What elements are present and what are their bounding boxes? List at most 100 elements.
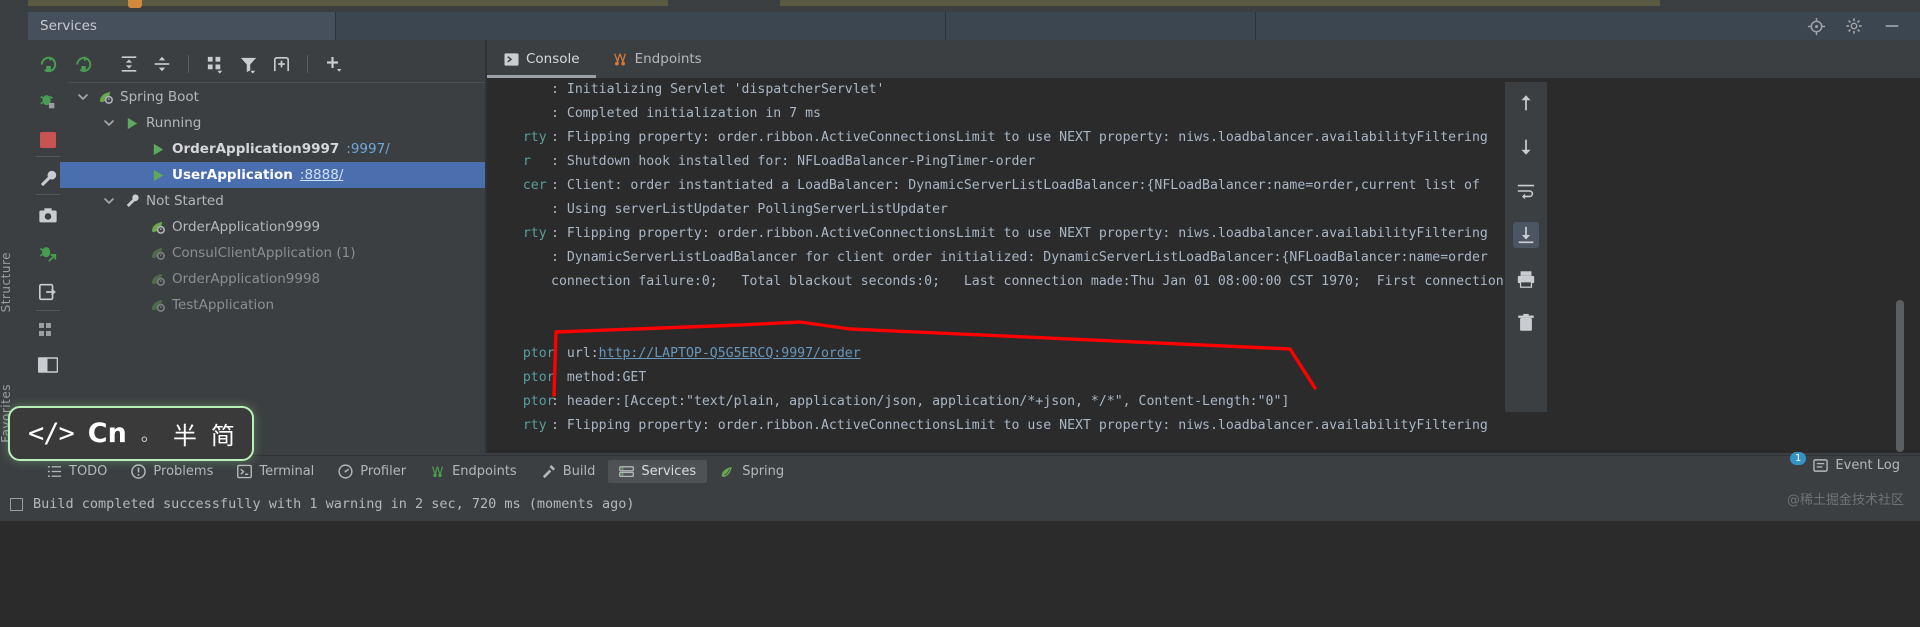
- ime-script-mode[interactable]: 简: [211, 416, 235, 451]
- bottom-bar-item-terminal[interactable]: Terminal: [226, 460, 325, 483]
- bottom-bar-item-build[interactable]: Build: [530, 460, 607, 483]
- gear-icon[interactable]: [1844, 16, 1864, 36]
- tree-row-testapplication[interactable]: TestApplication: [60, 292, 485, 318]
- chevron-down-icon[interactable]: [102, 194, 116, 208]
- tree-row-userapplication[interactable]: UserApplication:8888/: [60, 162, 485, 188]
- top-strip-indicator: [128, 0, 142, 8]
- ime-separator[interactable]: 。: [141, 421, 159, 447]
- console-log-line: connection failure:0; Total blackout sec…: [487, 270, 1905, 294]
- tab-console[interactable]: Console: [487, 40, 596, 78]
- bottom-bar-item-problems[interactable]: Problems: [120, 460, 224, 483]
- console-log-line: rty: Flipping property: order.ribbon.Act…: [487, 126, 1905, 150]
- bottom-bar-item-profiler[interactable]: Profiler: [327, 460, 417, 483]
- tree-row-port-link[interactable]: :9997/: [346, 141, 389, 157]
- debug-attach-icon[interactable]: [36, 242, 60, 266]
- console-log-text: : Using serverListUpdater PollingServerL…: [551, 202, 948, 217]
- tree-row-spring-boot[interactable]: Spring Boot: [60, 84, 485, 110]
- tree-row-port-link[interactable]: :8888/: [300, 167, 343, 183]
- spring-leaf-dim-icon: [150, 245, 167, 262]
- console-log-prefix: rty: [499, 130, 547, 145]
- ime-width-mode[interactable]: 半: [173, 416, 197, 451]
- tree-row-label: Running: [146, 115, 202, 131]
- column-divider-3: [36, 310, 60, 311]
- console-output[interactable]: : Initializing Servlet 'dispatcherServle…: [487, 78, 1905, 453]
- tree-chevron-placeholder: [128, 142, 142, 156]
- build-hammer-icon: [541, 464, 556, 479]
- bottom-bar-item-label: Terminal: [259, 464, 315, 479]
- services-tree: Spring Boot Running OrderApplication9997:9…: [60, 84, 485, 453]
- ime-overlay[interactable]: </> Cn 。 半 简: [8, 406, 254, 461]
- minimize-icon[interactable]: [1882, 16, 1902, 36]
- toolbar-underline: [68, 82, 485, 83]
- titlebar-actions: [1806, 12, 1920, 40]
- tree-row-orderapplication9997[interactable]: OrderApplication9997:9997/: [60, 136, 485, 162]
- chevron-down-icon[interactable]: [102, 116, 116, 130]
- layout-icon[interactable]: [36, 318, 60, 342]
- console-icon: [503, 51, 519, 67]
- bottom-bar-item-label: Problems: [153, 464, 214, 479]
- ime-language-label[interactable]: Cn: [88, 418, 127, 449]
- rerun-icon[interactable]: [36, 52, 60, 76]
- console-log-line: : DynamicServerListLoadBalancer for clie…: [487, 246, 1905, 270]
- print-icon[interactable]: [1513, 266, 1539, 292]
- console-url-link[interactable]: http://LAPTOP-Q5G5ERCQ:9997/order: [599, 346, 861, 361]
- tree-row-running[interactable]: Running: [60, 110, 485, 136]
- event-log-button[interactable]: 1 Event Log: [1790, 452, 1900, 473]
- scroll-up-icon[interactable]: [1513, 90, 1539, 116]
- rerun-icon[interactable]: [68, 51, 98, 77]
- bottom-bar-item-endpoints[interactable]: Endpoints: [419, 460, 528, 483]
- chevron-down-icon[interactable]: [76, 90, 90, 104]
- profiler-icon: [338, 464, 353, 479]
- trash-icon[interactable]: [1513, 310, 1539, 336]
- bottom-bar-item-spring[interactable]: Spring: [709, 460, 795, 483]
- console-log-text: : Completed initialization in 7 ms: [551, 106, 821, 121]
- stop-icon[interactable]: [36, 128, 60, 152]
- expand-all-icon[interactable]: [114, 51, 144, 77]
- console-log-line: ptor: header:[Accept:"text/plain, applic…: [487, 390, 1905, 414]
- tree-row-orderapplication9999[interactable]: OrderApplication9999: [60, 214, 485, 240]
- camera-icon[interactable]: [36, 204, 60, 228]
- soft-wrap-icon[interactable]: [1513, 178, 1539, 204]
- add-icon[interactable]: [319, 51, 349, 77]
- console-vertical-scrollbar[interactable]: [1896, 300, 1904, 452]
- event-log-label: Event Log: [1835, 458, 1900, 473]
- wrench-icon: [124, 193, 141, 210]
- ide-services-window: Structure Favorites Services Spring Boot…: [0, 0, 1920, 627]
- export-icon[interactable]: [36, 280, 60, 304]
- bottom-bar-item-services[interactable]: Services: [608, 460, 708, 483]
- top-strip: [0, 0, 1920, 12]
- rail-structure-label[interactable]: Structure: [0, 252, 13, 312]
- console-log-line: ptor: method:GET: [487, 366, 1905, 390]
- tab-console-label: Console: [526, 51, 580, 67]
- tab-services-label: Services: [40, 18, 97, 34]
- console-log-text: : DynamicServerListLoadBalancer for clie…: [551, 250, 1488, 265]
- console-log-line: r: Shutdown hook installed for: NFLoadBa…: [487, 150, 1905, 174]
- bottom-bar-item-todo[interactable]: TODO: [36, 460, 118, 483]
- tree-toolbar: [60, 46, 485, 82]
- group-by-icon[interactable]: [200, 51, 230, 77]
- run-green-triangle-icon: [150, 167, 167, 184]
- top-strip-segment-left: [28, 0, 668, 6]
- tree-row-orderapplication9998[interactable]: OrderApplication9998: [60, 266, 485, 292]
- tab-services[interactable]: Services: [28, 12, 336, 40]
- console-log-text: : url:: [551, 346, 599, 361]
- add-tab-icon[interactable]: [266, 51, 296, 77]
- scroll-to-end-icon[interactable]: [1513, 222, 1539, 248]
- spring-leaf-dim-icon: [150, 271, 167, 288]
- filter-icon[interactable]: [233, 51, 263, 77]
- bottom-filler: [0, 521, 1920, 627]
- settings-wrench-icon[interactable]: [36, 166, 60, 190]
- collapse-all-icon[interactable]: [147, 51, 177, 77]
- window-icon[interactable]: [36, 354, 60, 378]
- tab-endpoints-label: Endpoints: [634, 51, 702, 67]
- target-icon[interactable]: [1806, 16, 1826, 36]
- tree-row-consulclientapplication-1[interactable]: ConsulClientApplication (1): [60, 240, 485, 266]
- tree-chevron-placeholder: [128, 272, 142, 286]
- tree-row-not-started[interactable]: Not Started: [60, 188, 485, 214]
- titlebar-divider-a: [945, 12, 946, 40]
- console-log-line: cer: Client: order instantiated a LoadBa…: [487, 174, 1905, 198]
- tab-endpoints[interactable]: Endpoints: [596, 40, 718, 78]
- scroll-down-icon[interactable]: [1513, 134, 1539, 160]
- debug-icon[interactable]: [36, 90, 60, 114]
- spring-leaf-dim-icon: [150, 297, 167, 314]
